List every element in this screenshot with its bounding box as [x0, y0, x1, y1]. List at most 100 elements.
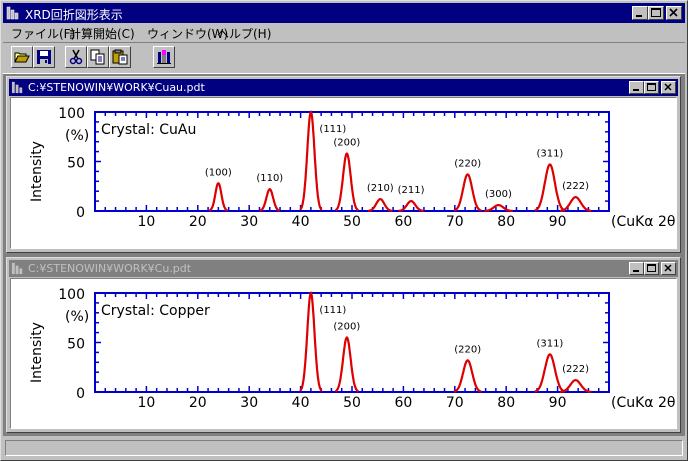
peak-label: (111)	[319, 124, 346, 135]
peak-label: (200)	[333, 138, 360, 149]
x-tick-label: 60	[394, 214, 412, 230]
y-tick-label: 50	[67, 337, 85, 353]
child-maximize-button[interactable]	[644, 81, 659, 94]
chart-tool-icon	[157, 50, 171, 64]
x-tick-label: 50	[343, 214, 361, 230]
y-unit-label: (%)	[65, 128, 89, 144]
x-tick-label: 50	[343, 395, 361, 411]
mdi-workspace: C:¥STENOWIN¥WORK¥Cuau.pdt 10 20 30 40 50 60 70…	[3, 74, 685, 436]
save-button[interactable]	[33, 46, 55, 68]
diffraction-peak	[534, 163, 566, 212]
x-tick-label: 10	[137, 214, 155, 230]
diffraction-peak	[367, 197, 393, 212]
minimize-button[interactable]	[632, 6, 648, 20]
child-minimize-button[interactable]	[629, 262, 644, 275]
diffraction-peak	[334, 336, 359, 393]
save-icon	[37, 50, 51, 64]
x-tick-label: 10	[137, 395, 155, 411]
chart-window-cu-titlebar[interactable]: C:¥STENOWIN¥WORK¥Cu.pdt	[9, 260, 678, 277]
maximize-icon	[647, 264, 656, 272]
peak-label: (210)	[367, 183, 394, 194]
diffraction-peak	[208, 182, 228, 212]
peak-label: (311)	[536, 148, 563, 159]
y-tick-label: 0	[76, 386, 85, 402]
minimize-icon	[636, 15, 642, 17]
x-tick-label: 70	[446, 214, 464, 230]
x-tick-label: 80	[497, 395, 515, 411]
x-axis-label: (CuKα 2θ)	[611, 395, 676, 411]
y-axis-label: Intensity	[29, 322, 45, 383]
peak-label: (220)	[454, 344, 481, 355]
close-icon	[664, 83, 672, 91]
x-tick-label: 90	[549, 395, 567, 411]
x-tick-label: 20	[189, 395, 207, 411]
diffraction-peak	[334, 152, 360, 212]
y-tick-label: 100	[58, 106, 85, 122]
crystal-annotation: Crystal: Copper	[101, 303, 210, 319]
copy-button[interactable]	[87, 46, 109, 68]
paste-button[interactable]	[109, 46, 131, 68]
close-icon	[664, 264, 672, 272]
status-bar	[3, 438, 685, 458]
open-button[interactable]	[11, 46, 33, 68]
open-folder-icon	[14, 52, 30, 63]
peak-label: (200)	[333, 322, 360, 333]
close-button[interactable]	[666, 6, 682, 20]
chart-window-title: C:¥STENOWIN¥WORK¥Cu.pdt	[28, 262, 192, 275]
menubar: ファイル(F) 計算開始(C) ウィンドウ(W) ヘルプ(H)	[3, 24, 685, 42]
chart-window-cuau-titlebar[interactable]: C:¥STENOWIN¥WORK¥Cuau.pdt	[9, 79, 678, 96]
xrd-chart-cuau: 10 20 30 40 50 60 70 80 90 0 50 100 (%) Intensity (CuK…	[29, 106, 676, 230]
y-axis-label: Intensity	[29, 141, 45, 202]
maximize-icon	[651, 8, 661, 17]
cut-button[interactable]	[65, 46, 87, 68]
app-window: XRD回折図形表示 ファイル(F) 計算開始(C) ウィンドウ(W) ヘルプ(H…	[0, 0, 688, 461]
chart-tool-button[interactable]	[153, 46, 175, 68]
x-tick-label: 90	[549, 214, 567, 230]
menu-calculate[interactable]: 計算開始(C)	[69, 25, 135, 42]
diffraction-peak	[560, 195, 592, 212]
document-icon	[11, 262, 23, 275]
peak-label: (311)	[536, 338, 563, 349]
y-tick-label: 100	[58, 287, 85, 303]
chart-window-cu[interactable]: C:¥STENOWIN¥WORK¥Cu.pdt 10 20 30 40 50 60 70 80…	[6, 257, 681, 433]
child-close-button[interactable]	[661, 81, 676, 94]
app-icon	[6, 6, 19, 20]
peak-label: (222)	[562, 181, 589, 192]
peak-label: (220)	[454, 158, 481, 169]
app-titlebar[interactable]: XRD回折図形表示	[3, 3, 685, 23]
x-tick-label: 40	[292, 395, 310, 411]
child-maximize-button[interactable]	[644, 262, 659, 275]
chart-window-title: C:¥STENOWIN¥WORK¥Cuau.pdt	[28, 81, 205, 94]
y-tick-label: 50	[67, 156, 85, 172]
child-minimize-button[interactable]	[629, 81, 644, 94]
menu-file[interactable]: ファイル(F)	[11, 25, 75, 42]
x-tick-label: 40	[292, 214, 310, 230]
diffraction-peak	[453, 173, 482, 212]
minimize-icon	[633, 270, 639, 272]
x-tick-label: 30	[240, 214, 258, 230]
x-tick-label: 30	[240, 395, 258, 411]
maximize-icon	[647, 83, 656, 91]
chart-window-cuau[interactable]: C:¥STENOWIN¥WORK¥Cuau.pdt 10 20 30 40 50 60 70…	[6, 76, 681, 253]
diffraction-peak	[453, 359, 482, 393]
paste-icon	[112, 49, 128, 65]
crystal-annotation: Crystal: CuAu	[101, 122, 196, 138]
peak-label: (111)	[319, 305, 346, 316]
maximize-button[interactable]	[648, 6, 664, 20]
x-tick-label: 20	[189, 214, 207, 230]
diffraction-peak	[534, 353, 566, 393]
plot-area: 10 20 30 40 50 60 70 80 90 0 50 100 (%) Intensity (CuK…	[10, 97, 677, 249]
app-title: XRD回折図形表示	[25, 8, 123, 22]
x-axis-label: (CuKα 2θ)	[611, 214, 676, 230]
diffraction-peak	[559, 378, 592, 393]
peak-label: (100)	[205, 167, 232, 178]
child-close-button[interactable]	[661, 262, 676, 275]
x-tick-label: 70	[446, 395, 464, 411]
peak-label: (222)	[562, 364, 589, 375]
toolbar	[3, 42, 685, 74]
minimize-icon	[633, 89, 639, 91]
y-unit-label: (%)	[65, 309, 89, 325]
peak-label: (300)	[485, 189, 512, 200]
menu-help[interactable]: ヘルプ(H)	[217, 25, 271, 42]
y-tick-label: 0	[76, 205, 85, 221]
